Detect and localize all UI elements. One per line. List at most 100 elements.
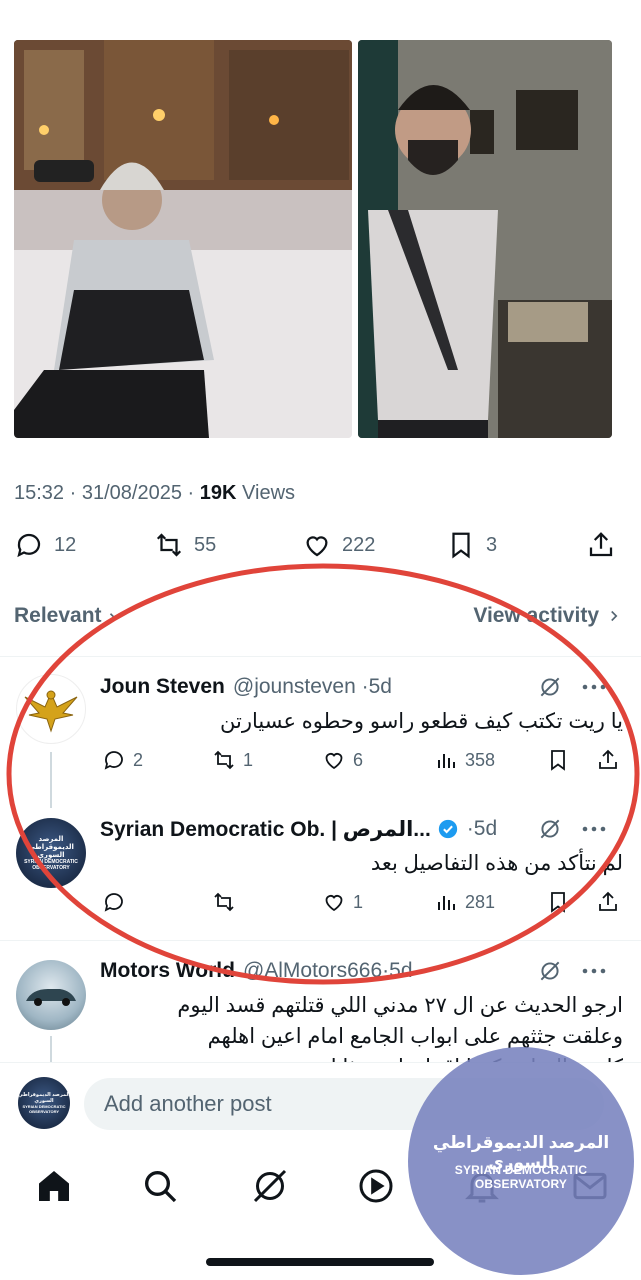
like-count: 1	[353, 891, 364, 912]
avatar[interactable]: المرصد الديموقراطي السوري SYRIAN DEMOCRA…	[16, 818, 86, 888]
author-name[interactable]: Joun Steven	[100, 675, 225, 699]
bookmark-icon	[452, 532, 470, 559]
meta-separator: ·	[69, 482, 77, 504]
reply-text: يا ريت تكتب كيف قطعو راسو وحطوه عسيارتن	[220, 710, 623, 733]
reply-header: Motors World @AlMotors666·5d	[100, 956, 625, 986]
reply-button[interactable]: 2	[102, 748, 143, 772]
ellipsis-icon[interactable]	[581, 967, 607, 975]
divider	[0, 940, 641, 941]
reply-count: 12	[54, 533, 77, 556]
reply-header: Joun Steven @jounsteven ·5d	[100, 672, 625, 702]
ellipsis-icon[interactable]	[581, 825, 607, 833]
bookmark-button[interactable]	[546, 890, 570, 914]
author-handle[interactable]: ·5d	[467, 817, 497, 841]
views-count: 358	[465, 749, 496, 770]
tweet-media[interactable]	[14, 40, 612, 438]
reply-text: ارجو الحديث عن ال ٢٧ مدني اللي قتلتهم قس…	[177, 990, 623, 1062]
author-handle[interactable]: @AlMotors666·5d	[243, 959, 413, 983]
author-name[interactable]: Motors World	[100, 959, 235, 983]
grok-icon[interactable]	[537, 674, 563, 700]
heart-icon	[325, 753, 343, 770]
car-icon	[26, 989, 76, 1006]
grok-icon[interactable]	[250, 1166, 290, 1206]
author-handle[interactable]: @jounsteven ·5d	[233, 675, 392, 699]
verified-badge-icon	[438, 819, 457, 839]
tweet-photo-left[interactable]	[14, 40, 352, 438]
bookmark-icon	[551, 750, 565, 771]
grok-icon[interactable]	[537, 816, 563, 842]
heart-icon	[325, 895, 343, 912]
repost-icon	[214, 892, 234, 912]
views-count: 281	[465, 891, 496, 912]
avatar-text-arabic: المرصد الديموقراطي السوري	[28, 836, 74, 859]
reply-header: Syrian Democratic Ob. | المرص... ·5d	[100, 814, 625, 844]
reply-item[interactable]: Motors World @AlMotors666·5d ارجو الحديث…	[0, 956, 641, 1062]
sort-relevant-dropdown[interactable]: Relevant	[14, 604, 124, 628]
chevron-down-icon	[109, 613, 120, 620]
reply-action-bar: 2 1 6 358	[100, 748, 624, 780]
views-count: 19K	[199, 482, 237, 504]
reply-item[interactable]: Joun Steven @jounsteven ·5d يا ريت تكتب …	[0, 672, 641, 808]
like-button[interactable]: 6	[322, 748, 363, 772]
eagle-logo-icon	[24, 690, 78, 733]
reply-header-icons	[537, 816, 607, 842]
ellipsis-icon[interactable]	[581, 683, 607, 691]
divider	[0, 656, 641, 657]
share-icon	[599, 891, 617, 911]
bookmark-button[interactable]: 3	[446, 530, 497, 560]
avatar-text-arabic: المرصد الديموقراطي السوري	[18, 1092, 70, 1104]
sort-label: Relevant	[14, 604, 102, 627]
reply-button[interactable]: 12	[14, 530, 76, 560]
avatar-text-english: SYRIAN DEMOCRATIC OBSERVATORY	[22, 1104, 66, 1114]
share-button[interactable]	[586, 530, 616, 560]
reply-item[interactable]: المرصد الديموقراطي السوري SYRIAN DEMOCRA…	[0, 814, 641, 934]
bar-chart-icon	[438, 896, 455, 910]
speech-bubble-icon	[104, 751, 123, 770]
tweet-meta: 15:32 · 31/08/2025 · 19K Views	[14, 482, 295, 505]
like-count: 222	[342, 533, 376, 556]
watermark-logo: المرصد الديموقراطي السوري SYRIAN DEMOCRA…	[408, 1047, 634, 1275]
thread-line	[50, 752, 52, 808]
like-count: 6	[353, 749, 364, 770]
video-play-icon[interactable]	[356, 1166, 396, 1206]
home-icon[interactable]	[34, 1166, 74, 1206]
like-button[interactable]: 222	[302, 530, 375, 560]
reply-text: لم نتأكد من هذه التفاصيل بعد	[370, 852, 623, 875]
share-button[interactable]	[596, 748, 620, 772]
home-indicator	[206, 1258, 434, 1266]
grok-icon[interactable]	[537, 958, 563, 984]
repost-count: 1	[243, 749, 254, 770]
chevron-right-icon	[611, 610, 618, 622]
search-icon[interactable]	[140, 1166, 180, 1206]
repost-icon	[214, 750, 234, 770]
heart-icon	[306, 536, 328, 557]
bar-chart-icon	[438, 754, 455, 768]
tweet-photo-right[interactable]	[358, 40, 612, 438]
avatar[interactable]	[16, 960, 86, 1030]
thread-line	[50, 1036, 52, 1062]
views-label: Views	[242, 482, 296, 504]
replies-sort-row: Relevant View activity	[0, 596, 641, 636]
view-activity-link[interactable]: View activity	[473, 604, 623, 628]
avatar-text-english: SYRIAN DEMOCRATIC OBSERVATORY	[24, 859, 78, 871]
speech-bubble-icon	[17, 533, 41, 558]
repost-button[interactable]: 55	[154, 530, 216, 560]
views-button[interactable]: 281	[434, 890, 495, 914]
reply-text-line: وعلقت جثثهم على ابواب الجامع امام اعين ا…	[207, 1025, 623, 1048]
reply-count: 2	[133, 749, 144, 770]
own-avatar[interactable]: المرصد الديموقراطي السوري SYRIAN DEMOCRA…	[18, 1077, 70, 1129]
share-icon	[589, 532, 613, 557]
avatar[interactable]	[16, 674, 86, 744]
bookmark-button[interactable]	[546, 748, 570, 772]
share-button[interactable]	[596, 890, 620, 914]
reply-button[interactable]	[102, 890, 133, 914]
tweet-action-bar: 12 55 222 3	[14, 530, 618, 570]
like-button[interactable]: 1	[322, 890, 363, 914]
author-name[interactable]: Syrian Democratic Ob. | المرص...	[100, 817, 431, 842]
speech-bubble-icon	[104, 893, 123, 912]
repost-button[interactable]	[212, 890, 243, 914]
repost-button[interactable]: 1	[212, 748, 253, 772]
views-button[interactable]: 358	[434, 748, 495, 772]
repost-count: 55	[194, 533, 217, 556]
reply-header-icons	[537, 958, 607, 984]
